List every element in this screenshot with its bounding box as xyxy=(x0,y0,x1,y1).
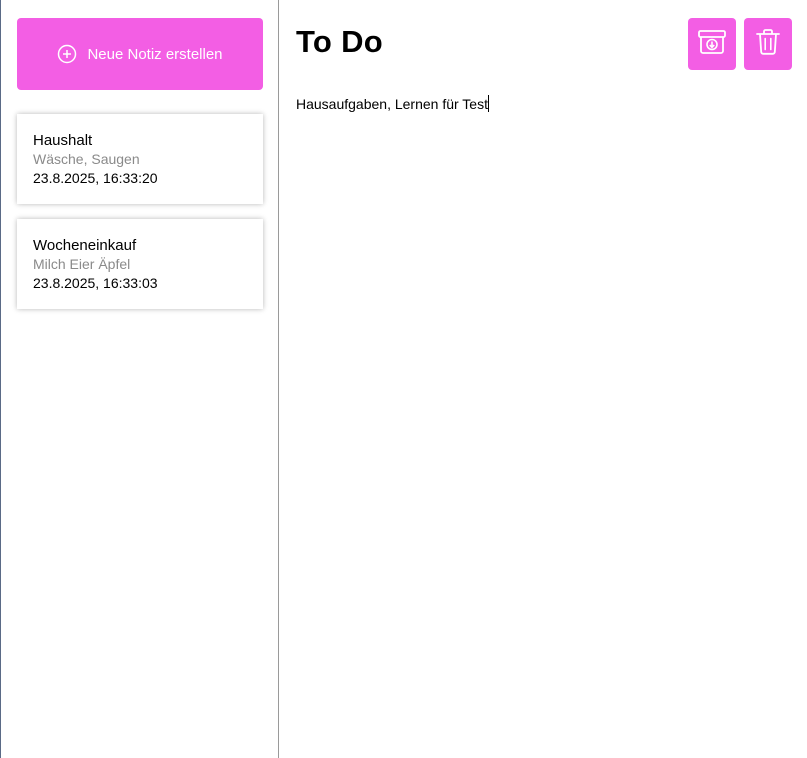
plus-circle-icon xyxy=(57,44,77,64)
note-body-text: Hausaufgaben, Lernen für Test xyxy=(296,96,488,112)
note-editor: To Do Hausaufgaben, Lernen für Test xyxy=(280,0,807,758)
note-title[interactable]: To Do xyxy=(296,24,383,60)
note-card-preview: Wäsche, Saugen xyxy=(33,151,140,167)
delete-button[interactable] xyxy=(744,18,792,70)
notes-app: Neue Notiz erstellen Haushalt Wäsche, Sa… xyxy=(0,0,807,758)
text-caret xyxy=(488,95,489,112)
new-note-button[interactable]: Neue Notiz erstellen xyxy=(17,18,263,90)
note-card-date: 23.8.2025, 16:33:20 xyxy=(33,170,158,186)
archive-button[interactable] xyxy=(688,18,736,70)
note-card-title: Haushalt xyxy=(33,132,93,149)
note-card-date: 23.8.2025, 16:33:03 xyxy=(33,275,158,291)
note-card-haushalt[interactable]: Haushalt Wäsche, Saugen 23.8.2025, 16:33… xyxy=(17,114,263,204)
new-note-label: Neue Notiz erstellen xyxy=(87,45,223,63)
note-card-preview: Milch Eier Äpfel xyxy=(33,256,131,272)
note-body-editor[interactable]: Hausaufgaben, Lernen für Test xyxy=(296,94,489,114)
sidebar: Neue Notiz erstellen Haushalt Wäsche, Sa… xyxy=(1,0,279,758)
archive-icon xyxy=(697,27,727,62)
note-card-title: Wocheneinkauf xyxy=(33,237,137,254)
note-card-wocheneinkauf[interactable]: Wocheneinkauf Milch Eier Äpfel 23.8.2025… xyxy=(17,219,263,309)
trash-icon xyxy=(753,27,783,62)
